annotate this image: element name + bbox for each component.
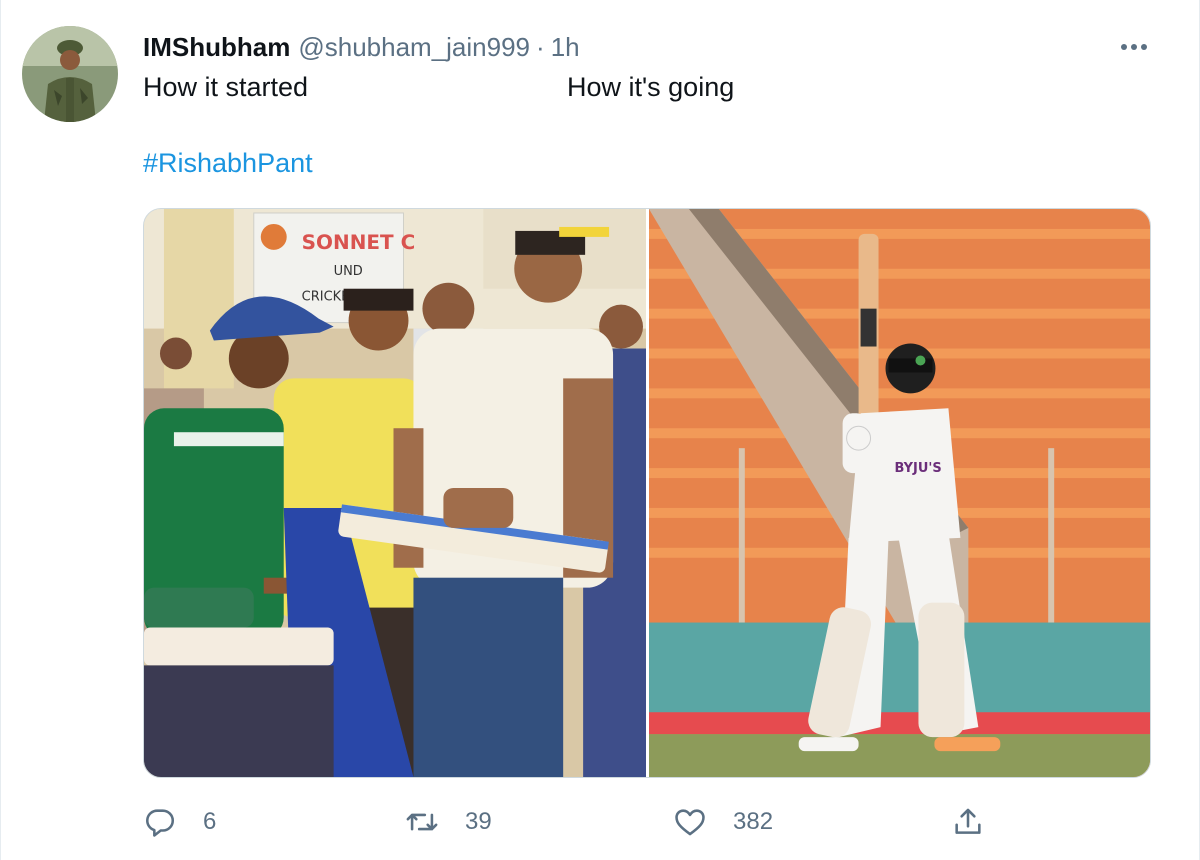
tweet-time[interactable]: 1h xyxy=(551,32,580,63)
tweet-media: SONNET C UND CRICKET BYJU'S xyxy=(143,208,1151,778)
retweet-icon xyxy=(406,813,438,831)
media-image-how-it-started[interactable]: SONNET C UND CRICKET xyxy=(144,209,646,777)
banner-sub1: UND xyxy=(334,264,363,279)
more-dot xyxy=(1121,44,1127,50)
reply-icon xyxy=(146,809,175,837)
avatar[interactable] xyxy=(22,26,118,122)
avatar-photo xyxy=(22,26,118,122)
retweet-count: 39 xyxy=(465,808,492,835)
tweet-text-left: How it started xyxy=(143,72,309,102)
like-count: 382 xyxy=(733,808,774,835)
photo-autograph-scene: SONNET C UND CRICKET xyxy=(144,209,646,777)
retweet-button[interactable]: 39 xyxy=(405,800,492,844)
more-options-icon[interactable] xyxy=(1112,36,1156,58)
share-button[interactable] xyxy=(951,800,985,844)
reply-count: 6 xyxy=(203,808,217,835)
banner-text: SONNET C xyxy=(302,230,416,254)
tweet-text: How it started How it's going xyxy=(143,72,734,108)
like-button[interactable]: 382 xyxy=(673,800,773,844)
share-icon xyxy=(955,808,981,834)
more-dot xyxy=(1131,44,1137,50)
like-icon xyxy=(675,809,705,836)
tweet-actions: 6 39 382 xyxy=(143,800,1003,844)
jersey-text: BYJU'S xyxy=(895,461,942,476)
tweet-text-right: How it's going xyxy=(567,72,735,102)
reply-button[interactable]: 6 xyxy=(143,800,216,844)
hashtag-link[interactable]: #RishabhPant xyxy=(143,148,313,179)
media-image-how-its-going[interactable]: BYJU'S xyxy=(649,209,1150,777)
tweet-header: IMShubham @shubham_jain999 · 1h xyxy=(143,30,580,64)
display-name[interactable]: IMShubham xyxy=(143,32,290,63)
photo-cricket-stadium: BYJU'S xyxy=(649,209,1150,777)
user-handle[interactable]: @shubham_jain999 xyxy=(298,32,530,63)
header-separator: · xyxy=(536,31,545,62)
more-dot xyxy=(1141,44,1147,50)
